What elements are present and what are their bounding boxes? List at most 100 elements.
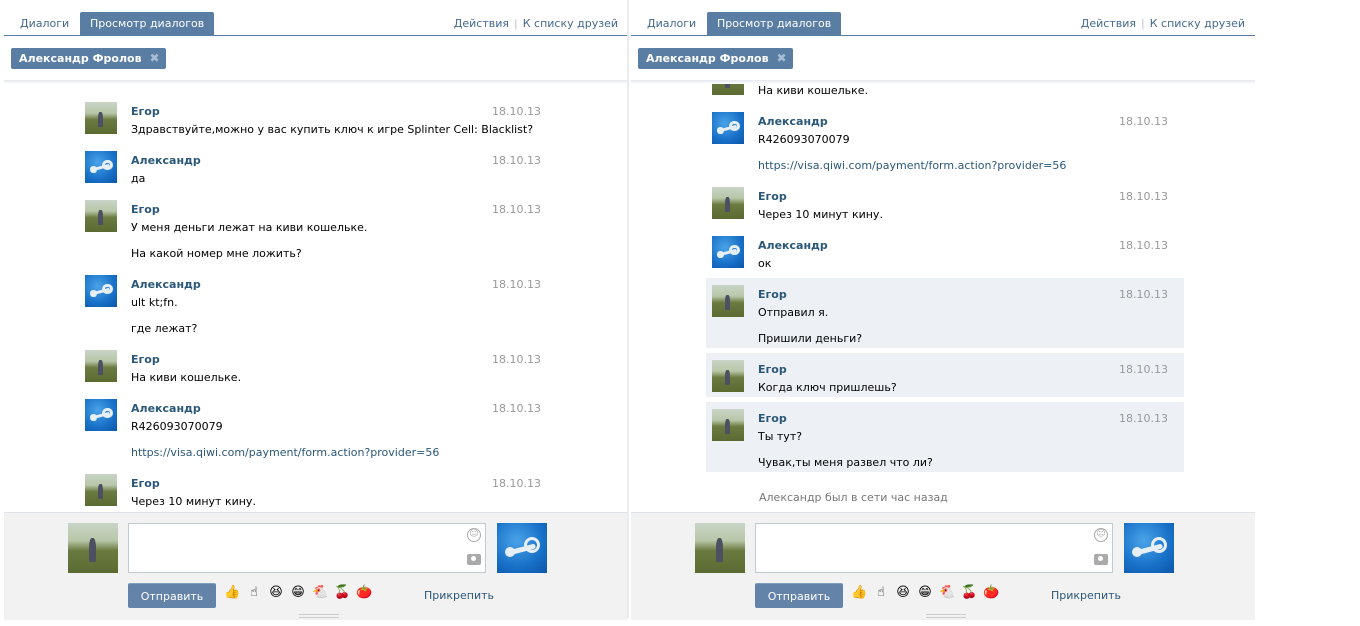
message-item[interactable]: Егор 18.10.13 Через 10 минут кину.: [706, 180, 1184, 224]
message-date: 18.10.13: [492, 353, 541, 366]
actions-link[interactable]: Действия: [454, 17, 509, 30]
chicken-icon[interactable]: 🐔: [312, 585, 328, 601]
message-item[interactable]: Александр 18.10.13 ult kt;fn. где лежат?: [79, 268, 557, 338]
message-input[interactable]: ☺: [755, 523, 1113, 573]
user-avatar[interactable]: [712, 360, 744, 392]
user-avatar[interactable]: [85, 200, 117, 232]
recipient-chip[interactable]: Александр Фролов ✖: [11, 48, 166, 69]
user-avatar[interactable]: [712, 285, 744, 317]
message-item[interactable]: Александр 18.10.13 R426093070079 https://vi…: [79, 392, 557, 462]
laughing-icon[interactable]: 😆: [268, 585, 284, 601]
message-input[interactable]: ☺: [128, 523, 486, 573]
resize-handle[interactable]: [299, 614, 339, 618]
grinning-icon[interactable]: 😁: [290, 585, 306, 601]
message-author[interactable]: Егор: [758, 190, 787, 203]
tab-dialogs[interactable]: Диалоги: [10, 12, 79, 36]
friends-list-link[interactable]: К списку друзей: [523, 17, 618, 30]
message-item[interactable]: Егор 18.10.13 У меня деньги лежат на киви …: [79, 193, 557, 263]
message-date: 18.10.13: [492, 154, 541, 167]
tomato-icon[interactable]: 🍅: [356, 585, 372, 601]
cherries-icon[interactable]: 🍒: [961, 585, 977, 601]
user-avatar[interactable]: [85, 474, 117, 506]
message-item[interactable]: Егор 18.10.13 Ты тут? Чувак,ты меня развел …: [706, 402, 1184, 472]
user-avatar[interactable]: [85, 102, 117, 134]
my-avatar[interactable]: [68, 523, 118, 573]
tab-dialogs[interactable]: Диалоги: [637, 12, 706, 36]
recipient-chip[interactable]: Александр Фролов ✖: [638, 48, 793, 69]
message-author[interactable]: Егор: [758, 363, 787, 376]
send-button[interactable]: Отправить: [755, 583, 843, 608]
actions-link[interactable]: Действия: [1081, 17, 1136, 30]
message-date: 18.10.13: [492, 203, 541, 216]
message-item[interactable]: Егор 18.10.13 Отправил я. Пришили деньги?: [706, 278, 1184, 348]
message-item[interactable]: Егор 18.10.13 Через 10 минут кину.: [79, 467, 557, 511]
tab-view-dialogs[interactable]: Просмотр диалогов: [80, 12, 215, 36]
recipient-name: Александр Фролов: [646, 52, 769, 65]
pointing-up-icon[interactable]: ☝: [873, 585, 889, 601]
smile-icon[interactable]: ☺: [1094, 528, 1108, 542]
pointing-up-icon[interactable]: ☝: [246, 585, 262, 601]
message-author[interactable]: Егор: [131, 105, 160, 118]
message-author[interactable]: Александр: [758, 115, 828, 128]
message-text: Здравствуйте,можно у вас купить ключ к и…: [131, 123, 534, 136]
message-link[interactable]: https://visa.qiwi.com/payment/form.actio…: [131, 446, 439, 459]
chicken-icon[interactable]: 🐔: [939, 585, 955, 601]
steam-avatar[interactable]: [85, 399, 117, 431]
message-author[interactable]: Александр: [131, 402, 201, 415]
camera-icon[interactable]: [1094, 554, 1108, 565]
composer: ☺ Отправить 👍 ☝ 😆 😁 🐔 🍒 🍅 Прикрепить: [4, 512, 628, 620]
message-author[interactable]: Егор: [131, 353, 160, 366]
message-text: ult kt;fn.: [131, 296, 178, 309]
header-actions: Действия | К списку друзей: [1081, 17, 1245, 30]
message-date: 18.10.13: [1119, 412, 1168, 425]
user-avatar[interactable]: [85, 350, 117, 382]
laughing-icon[interactable]: 😆: [895, 585, 911, 601]
message-link[interactable]: https://visa.qiwi.com/payment/form.actio…: [758, 159, 1066, 172]
attach-link[interactable]: Прикрепить: [1051, 589, 1121, 602]
message-author[interactable]: Егор: [758, 412, 787, 425]
message-history[interactable]: Егор 18.10.13 Здравствуйте,можно у вас куп…: [4, 84, 628, 512]
attach-link[interactable]: Прикрепить: [424, 589, 494, 602]
message-author[interactable]: Егор: [131, 203, 160, 216]
recipient-avatar[interactable]: [1124, 523, 1174, 573]
tomato-icon[interactable]: 🍅: [983, 585, 999, 601]
steam-avatar[interactable]: [85, 151, 117, 183]
message-item[interactable]: Александр 18.10.13 R426093070079 https://vi…: [706, 105, 1184, 175]
message-item[interactable]: На киви кошельке.: [706, 84, 1184, 100]
message-item[interactable]: Александр 18.10.13 да: [79, 144, 557, 188]
send-button[interactable]: Отправить: [128, 583, 216, 608]
user-avatar[interactable]: [712, 409, 744, 441]
recipient-avatar[interactable]: [497, 523, 547, 573]
message-text: Отправил я.: [758, 306, 829, 319]
grinning-icon[interactable]: 😁: [917, 585, 933, 601]
smile-icon[interactable]: ☺: [467, 528, 481, 542]
left-dialog-panel: Диалоги Просмотр диалогов Действия | К спи…: [4, 0, 628, 620]
message-author[interactable]: Егор: [758, 288, 787, 301]
steam-avatar[interactable]: [712, 236, 744, 268]
user-avatar[interactable]: [712, 187, 744, 219]
resize-handle[interactable]: [926, 614, 966, 618]
message-text: У меня деньги лежат на киви кошельке.: [131, 221, 368, 234]
steam-avatar[interactable]: [85, 275, 117, 307]
message-author[interactable]: Александр: [758, 239, 828, 252]
user-avatar[interactable]: [712, 84, 744, 95]
message-author[interactable]: Егор: [131, 477, 160, 490]
message-history[interactable]: На киви кошельке. Александр 18.10.13 R42609…: [631, 84, 1255, 512]
my-avatar[interactable]: [695, 523, 745, 573]
message-item[interactable]: Егор 18.10.13 Когда ключ пришлешь?: [706, 353, 1184, 397]
cherries-icon[interactable]: 🍒: [334, 585, 350, 601]
message-item[interactable]: Егор 18.10.13 На киви кошельке.: [79, 343, 557, 387]
message-item[interactable]: Александр 18.10.13 ок: [706, 229, 1184, 273]
close-icon[interactable]: ✖: [776, 48, 786, 69]
thumbs-up-icon[interactable]: 👍: [851, 585, 867, 601]
thumbs-up-icon[interactable]: 👍: [224, 585, 240, 601]
close-icon[interactable]: ✖: [149, 48, 159, 69]
message-item[interactable]: Егор 18.10.13 Здравствуйте,можно у вас куп…: [79, 95, 557, 139]
tab-view-dialogs[interactable]: Просмотр диалогов: [707, 12, 842, 36]
steam-avatar[interactable]: [712, 112, 744, 144]
message-author[interactable]: Александр: [131, 278, 201, 291]
message-author[interactable]: Александр: [131, 154, 201, 167]
message-text: R426093070079: [758, 133, 850, 146]
camera-icon[interactable]: [467, 554, 481, 565]
friends-list-link[interactable]: К списку друзей: [1150, 17, 1245, 30]
